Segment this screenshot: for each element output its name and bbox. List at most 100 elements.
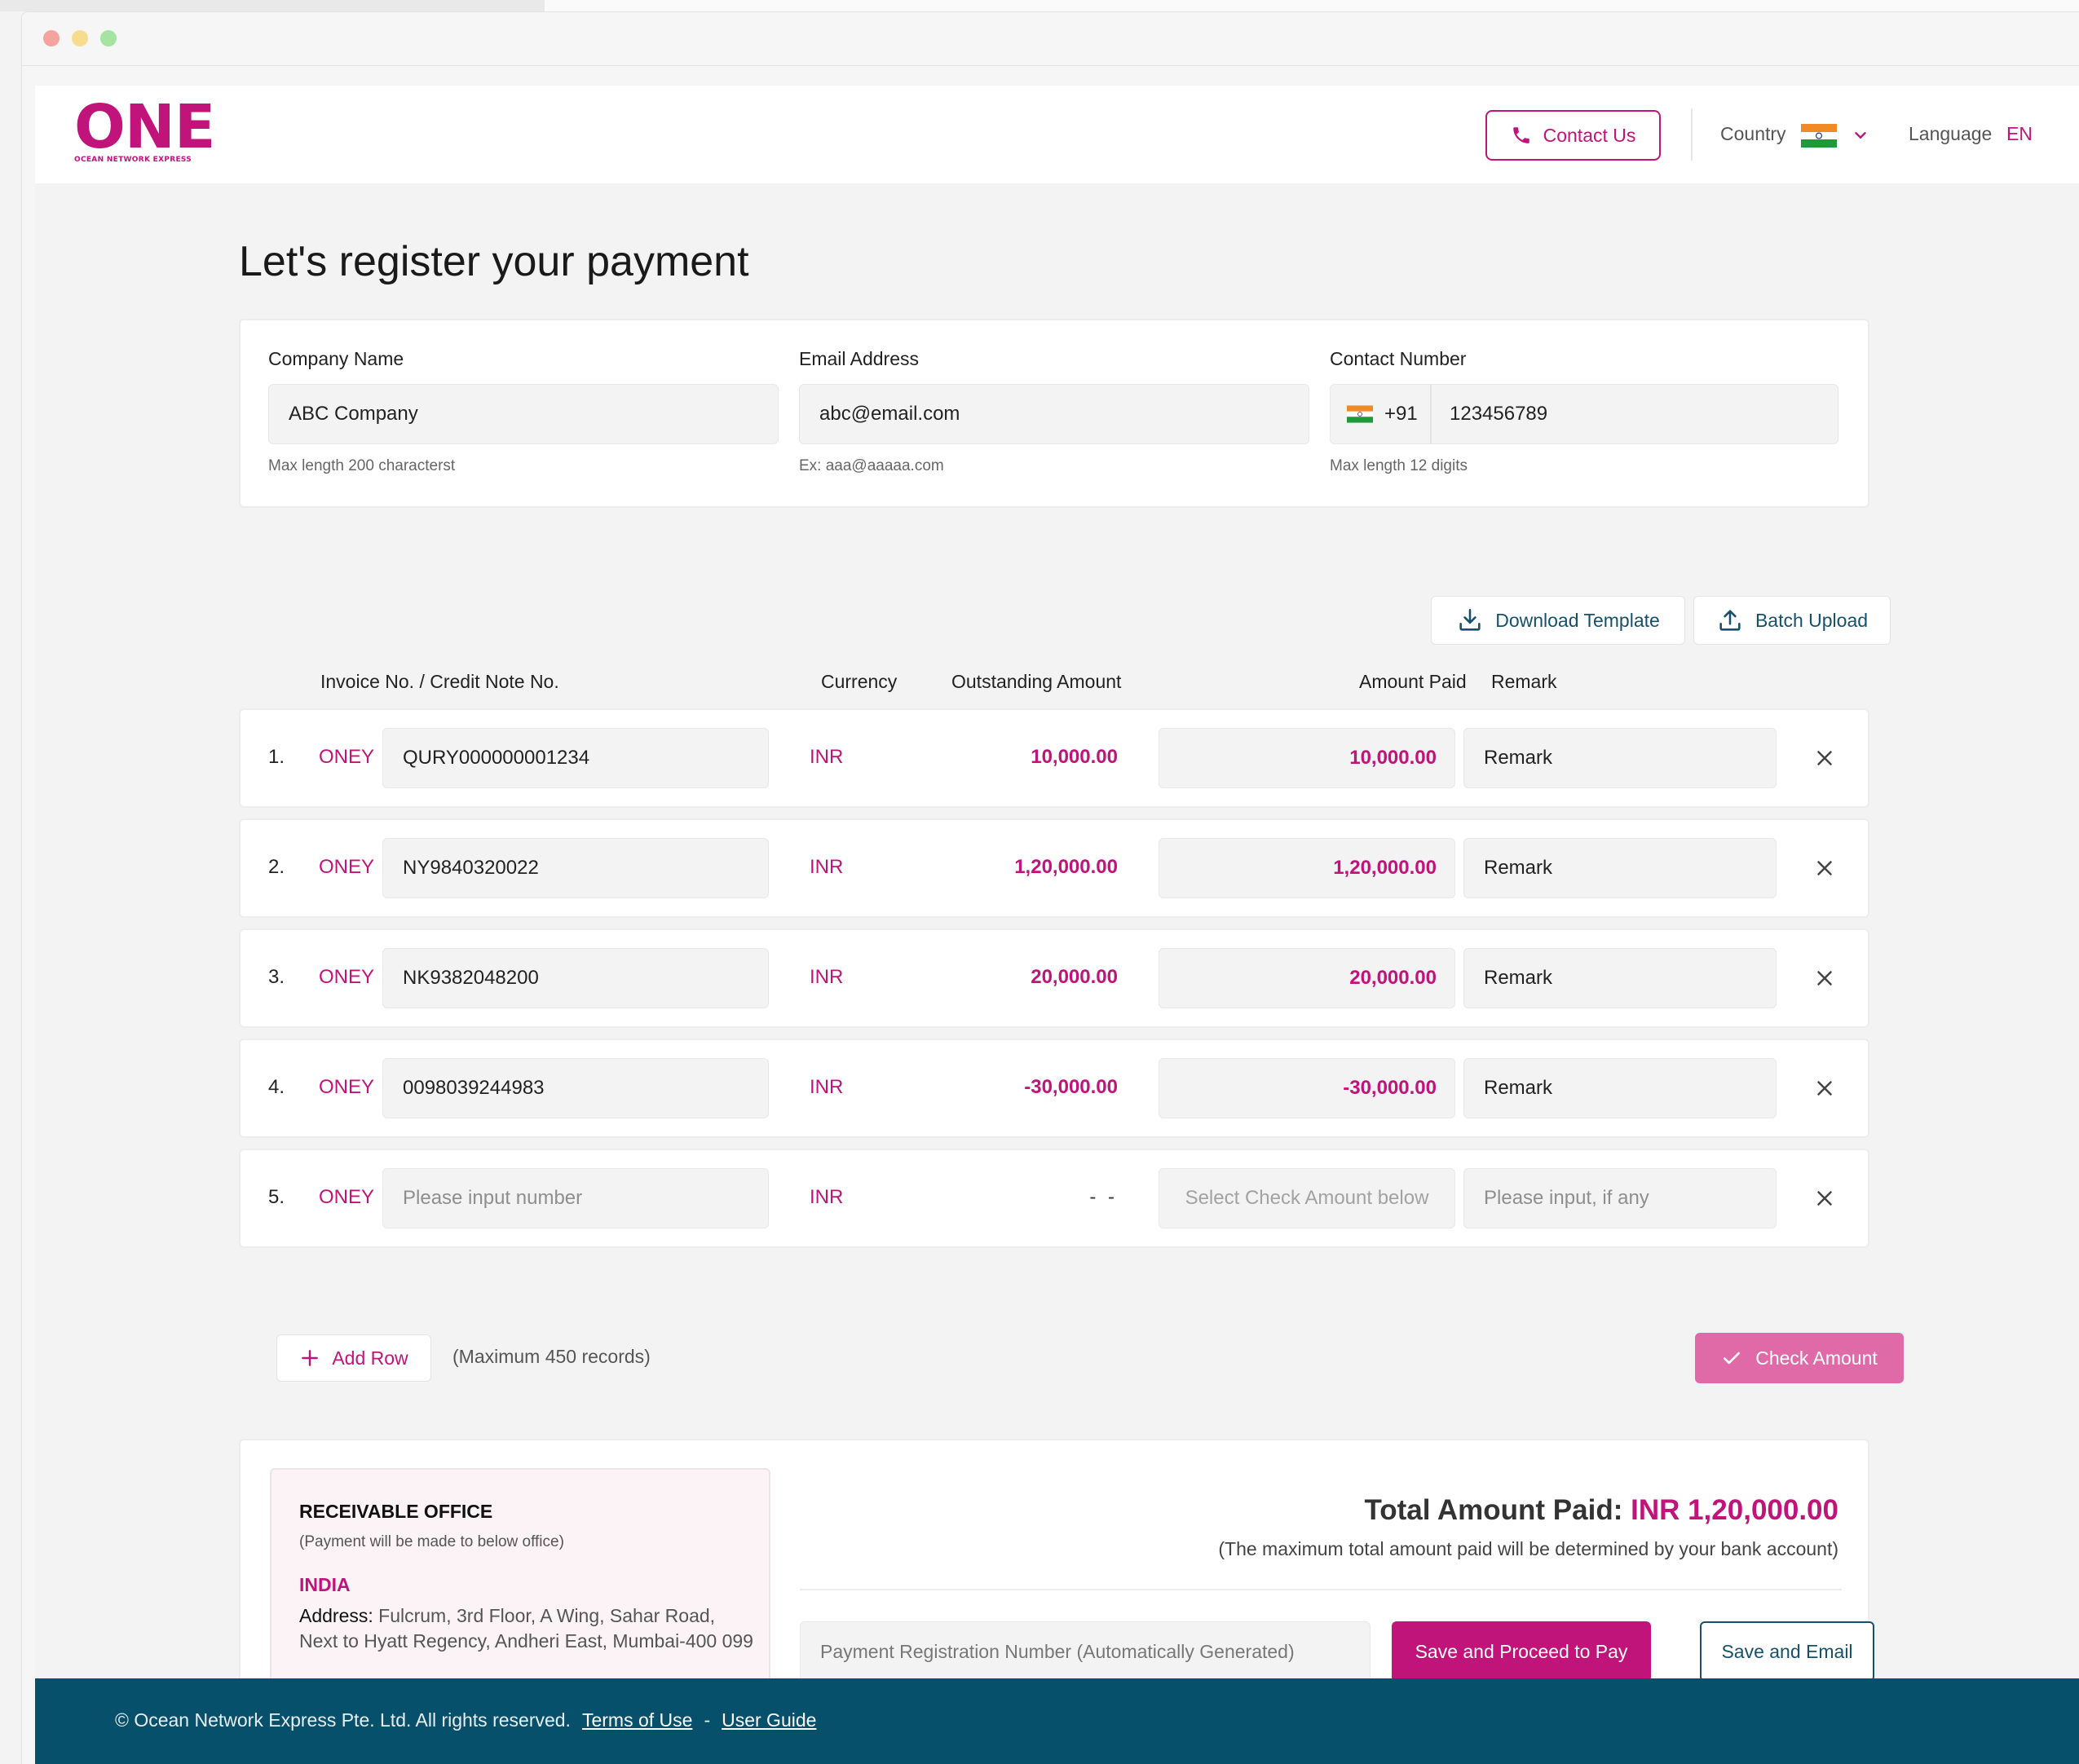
outstanding-amount: 1,20,000.00 [1014, 856, 1118, 878]
row-index: 4. [268, 1076, 285, 1098]
browser-top-strip [0, 0, 2079, 11]
close-icon[interactable] [1812, 966, 1837, 990]
invoice-number-input[interactable]: Please input number [382, 1168, 769, 1228]
batch-upload-button[interactable]: Batch Upload [1693, 596, 1891, 645]
country-label: Country [1720, 123, 1786, 144]
contact-us-label: Contact Us [1543, 124, 1636, 146]
invoice-number-input[interactable]: QURY000000001234 [382, 728, 769, 788]
column-header-remark: Remark [1491, 671, 1557, 692]
save-and-proceed-label: Save and Proceed to Pay [1415, 1640, 1628, 1662]
office-title: RECEIVABLE OFFICE [299, 1501, 493, 1522]
invoice-prefix: ONEY [319, 856, 375, 878]
contact-us-button[interactable]: Contact Us [1485, 110, 1661, 161]
email-value: abc@email.com [819, 403, 960, 425]
office-address: Address: Fulcrum, 3rd Floor, A Wing, Sah… [299, 1603, 756, 1654]
amount-paid-input[interactable]: 10,000.00 [1159, 728, 1455, 788]
site-footer: © Ocean Network Express Pte. Ltd. All ri… [35, 1678, 2079, 1764]
add-row-button[interactable]: Add Row [276, 1334, 431, 1382]
payment-registration-number-field: Payment Registration Number (Automatical… [800, 1621, 1371, 1682]
email-input[interactable]: abc@email.com [799, 384, 1309, 444]
column-header-outstanding: Outstanding Amount [951, 671, 1122, 692]
remark-input[interactable]: Remark [1463, 838, 1777, 898]
outstanding-amount: 20,000.00 [1031, 966, 1118, 988]
invoice-prefix: ONEY [319, 966, 375, 988]
row-index: 3. [268, 966, 285, 988]
india-flag-icon[interactable] [1801, 124, 1837, 148]
contact-number-input[interactable]: +91 123456789 [1330, 384, 1838, 444]
footer-text: © Ocean Network Express Pte. Ltd. All ri… [115, 1709, 816, 1731]
maximize-window-button[interactable] [100, 30, 117, 46]
company-name-input[interactable]: ABC Company [268, 384, 779, 444]
close-icon[interactable] [1812, 856, 1837, 880]
terms-of-use-link[interactable]: Terms of Use [582, 1709, 692, 1731]
address-label: Address: [299, 1605, 373, 1626]
close-window-button[interactable] [43, 30, 60, 46]
outstanding-amount: -30,000.00 [1024, 1076, 1118, 1098]
amount-paid-input[interactable]: 20,000.00 [1159, 948, 1455, 1008]
india-flag-icon [1347, 405, 1373, 423]
amount-paid-input[interactable]: -30,000.00 [1159, 1058, 1455, 1118]
contact-number-label: Contact Number [1330, 348, 1467, 369]
copyright-text: © Ocean Network Express Pte. Ltd. All ri… [115, 1709, 571, 1731]
amount-paid-input[interactable]: 1,20,000.00 [1159, 838, 1455, 898]
column-header-invoice: Invoice No. / Credit Note No. [320, 671, 559, 692]
amount-paid-input[interactable]: Select Check Amount below [1159, 1168, 1455, 1228]
max-records-note: (Maximum 450 records) [452, 1346, 651, 1367]
remark-placeholder: Please input, if any [1484, 1187, 1649, 1209]
download-template-label: Download Template [1495, 609, 1660, 631]
invoice-number-input[interactable]: NK9382048200 [382, 948, 769, 1008]
one-logo[interactable]: ONE OCEAN NETWORK EXPRESS [74, 92, 215, 167]
page-content: ONE OCEAN NETWORK EXPRESS Contact Us Cou… [35, 86, 2079, 1764]
chevron-down-icon[interactable] [1852, 126, 1869, 144]
invoice-number-value: 0098039244983 [403, 1077, 545, 1099]
contact-number-value: 123456789 [1450, 403, 1548, 425]
user-guide-link[interactable]: User Guide [722, 1709, 816, 1731]
remark-value: Remark [1484, 967, 1553, 989]
save-and-email-button[interactable]: Save and Email [1700, 1621, 1874, 1682]
invoice-number-value: NK9382048200 [403, 967, 539, 989]
summary-divider [800, 1589, 1842, 1590]
outstanding-amount: 10,000.00 [1031, 746, 1118, 768]
total-label: Total Amount Paid: [1364, 1494, 1623, 1526]
remark-input[interactable]: Remark [1463, 948, 1777, 1008]
batch-upload-label: Batch Upload [1755, 609, 1869, 631]
remark-input[interactable]: Remark [1463, 728, 1777, 788]
plus-icon [302, 1350, 319, 1366]
remark-value: Remark [1484, 857, 1553, 879]
invoice-number-value: QURY000000001234 [403, 747, 590, 769]
minimize-window-button[interactable] [72, 30, 88, 46]
email-label: Email Address [799, 348, 920, 369]
remark-input[interactable]: Remark [1463, 1058, 1777, 1118]
remark-value: Remark [1484, 1077, 1553, 1099]
browser-tab[interactable] [0, 0, 545, 11]
currency-value: INR [810, 966, 844, 988]
email-hint: Ex: aaa@aaaaa.com [799, 457, 944, 474]
language-selector[interactable]: EN [2006, 123, 2033, 145]
language-label: Language [1909, 123, 1993, 144]
close-icon[interactable] [1812, 1076, 1837, 1100]
contact-info-card: Company Name ABC Company Max length 200 … [239, 319, 1869, 508]
download-icon [1459, 608, 1481, 631]
save-and-proceed-button[interactable]: Save and Proceed to Pay [1392, 1621, 1651, 1682]
close-icon[interactable] [1812, 746, 1837, 770]
footer-separator: - [704, 1709, 711, 1731]
currency-value: INR [810, 1186, 844, 1208]
country-code-selector[interactable]: +91 [1347, 403, 1418, 426]
currency-value: INR [810, 856, 844, 878]
logo-wordmark: ONE [74, 92, 215, 162]
check-icon [1724, 1352, 1741, 1365]
company-name-hint: Max length 200 characterst [268, 457, 456, 474]
save-and-email-label: Save and Email [1721, 1640, 1853, 1662]
download-template-button[interactable]: Download Template [1431, 596, 1685, 645]
add-row-label: Add Row [332, 1347, 408, 1369]
check-amount-button[interactable]: Check Amount [1695, 1333, 1904, 1383]
company-name-value: ABC Company [289, 403, 418, 425]
close-icon[interactable] [1812, 1186, 1837, 1211]
check-amount-label: Check Amount [1755, 1347, 1878, 1369]
invoice-number-input[interactable]: 0098039244983 [382, 1058, 769, 1118]
table-row: 2. ONEY NY9840320022 INR 1,20,000.00 1,2… [239, 818, 1869, 918]
column-header-amount-paid: Amount Paid [1359, 671, 1467, 692]
currency-value: INR [810, 746, 844, 768]
remark-input[interactable]: Please input, if any [1463, 1168, 1777, 1228]
invoice-number-input[interactable]: NY9840320022 [382, 838, 769, 898]
